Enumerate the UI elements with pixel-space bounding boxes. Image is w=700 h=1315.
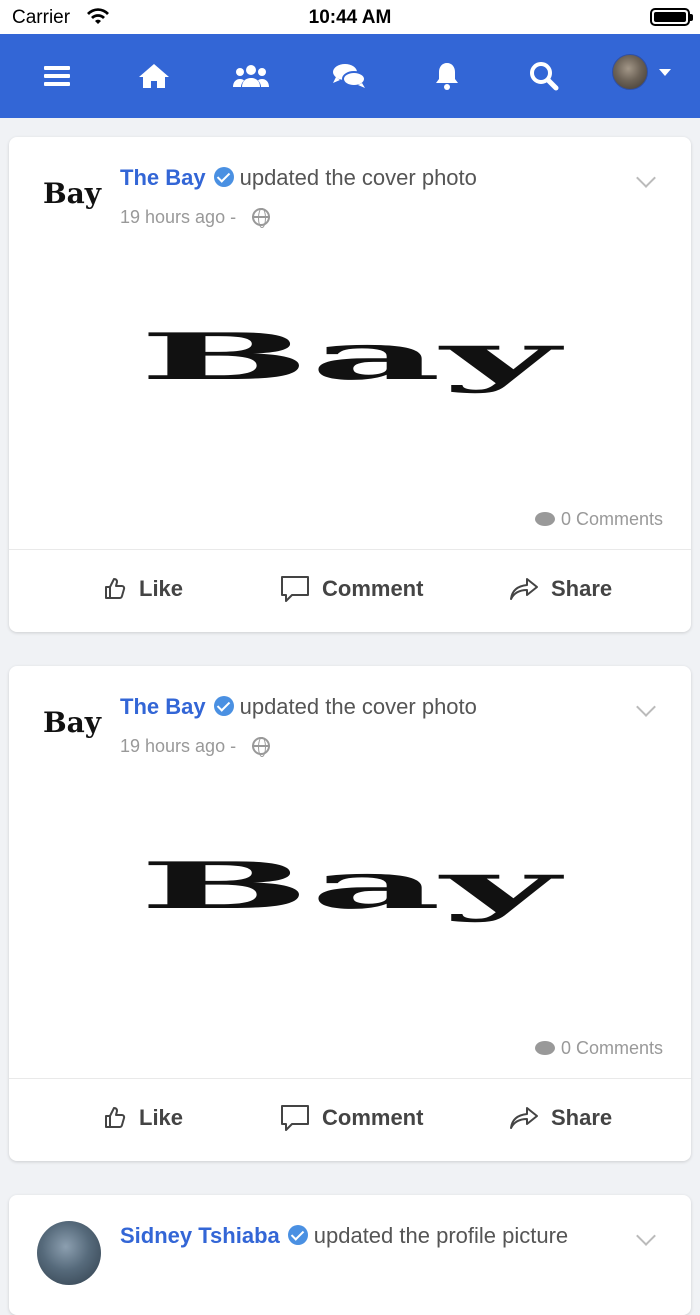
thumbs-up-icon <box>105 578 126 599</box>
post-header: The Bay updated the cover photo <box>120 165 477 191</box>
divider <box>9 549 691 550</box>
post-options-chevron-icon[interactable] <box>636 697 656 717</box>
home-icon[interactable] <box>134 56 174 96</box>
comments-count[interactable]: 0 Comments <box>534 1038 663 1059</box>
comment-icon <box>281 576 309 602</box>
share-label: Share <box>551 576 613 601</box>
share-label: Share <box>551 1105 613 1130</box>
chevron-down-icon[interactable] <box>659 69 671 76</box>
post-card: Bay The Bay updated the cover photo 19 ho… <box>9 137 691 632</box>
top-navbar <box>0 34 700 118</box>
cover-photo[interactable]: Bay <box>129 317 569 417</box>
messages-icon[interactable] <box>329 56 369 96</box>
comments-icon <box>534 1041 555 1055</box>
post-meta: 19 hours ago - <box>120 736 271 757</box>
post-time[interactable]: 19 hours ago - <box>120 207 236 227</box>
globe-icon <box>252 737 271 757</box>
like-button[interactable]: Like <box>103 567 183 611</box>
divider <box>9 1078 691 1079</box>
author-link[interactable]: The Bay <box>120 165 206 190</box>
menu-icon[interactable] <box>37 56 77 96</box>
comment-label: Comment <box>322 576 424 601</box>
verified-icon <box>213 696 234 716</box>
cover-photo[interactable]: Bay <box>129 846 569 946</box>
avatar[interactable] <box>37 1221 101 1285</box>
post-action-text: updated the cover photo <box>239 694 477 719</box>
verified-icon <box>287 1225 308 1245</box>
comments-count-label: 0 Comments <box>560 1038 663 1058</box>
cover-photo-text: Bay <box>139 849 565 924</box>
groups-icon[interactable] <box>231 56 271 96</box>
author-link[interactable]: The Bay <box>120 694 206 719</box>
like-button[interactable]: Like <box>103 1096 183 1140</box>
search-icon[interactable] <box>524 56 564 96</box>
like-label: Like <box>139 1105 184 1130</box>
page-logo[interactable]: Bay <box>43 177 101 210</box>
comment-icon <box>281 1105 309 1131</box>
like-label: Like <box>139 576 184 601</box>
thumbs-up-icon <box>105 1107 126 1128</box>
comment-button[interactable]: Comment <box>280 1096 423 1140</box>
verified-icon <box>213 167 234 187</box>
share-button[interactable]: Share <box>509 1096 612 1140</box>
author-link[interactable]: Sidney Tshiaba <box>120 1223 280 1248</box>
post-meta: 19 hours ago - <box>120 207 271 228</box>
cover-photo-text: Bay <box>139 320 565 395</box>
post-time[interactable]: 19 hours ago - <box>120 736 236 756</box>
notifications-icon[interactable] <box>427 56 467 96</box>
page-logo[interactable]: Bay <box>43 706 101 739</box>
comment-button[interactable]: Comment <box>280 567 423 611</box>
globe-icon <box>252 208 271 228</box>
post-action-text: updated the cover photo <box>239 165 477 190</box>
avatar[interactable] <box>612 54 648 90</box>
cover-photo-bay-logo: Bay <box>139 849 565 924</box>
status-bar: Carrier 10:44 AM <box>0 0 700 34</box>
share-icon <box>510 578 538 600</box>
share-button[interactable]: Share <box>509 567 612 611</box>
post-header: The Bay updated the cover photo <box>120 694 477 720</box>
clock: 10:44 AM <box>308 7 392 28</box>
post-card: Sidney Tshiaba updated the profile pictur… <box>9 1195 691 1315</box>
post-action-text: updated the profile picture <box>313 1223 569 1248</box>
comments-count[interactable]: 0 Comments <box>534 509 663 530</box>
post-options-chevron-icon[interactable] <box>636 1226 656 1246</box>
comments-count-label: 0 Comments <box>560 509 663 529</box>
cover-photo-bay-logo: Bay <box>139 320 565 395</box>
share-icon <box>510 1107 538 1129</box>
post-options-chevron-icon[interactable] <box>636 168 656 188</box>
comments-icon <box>534 512 555 526</box>
post-card: Bay The Bay updated the cover photo 19 ho… <box>9 666 691 1161</box>
battery-icon <box>650 8 693 26</box>
comment-label: Comment <box>322 1105 424 1130</box>
post-header: Sidney Tshiaba updated the profile pictur… <box>120 1223 568 1249</box>
